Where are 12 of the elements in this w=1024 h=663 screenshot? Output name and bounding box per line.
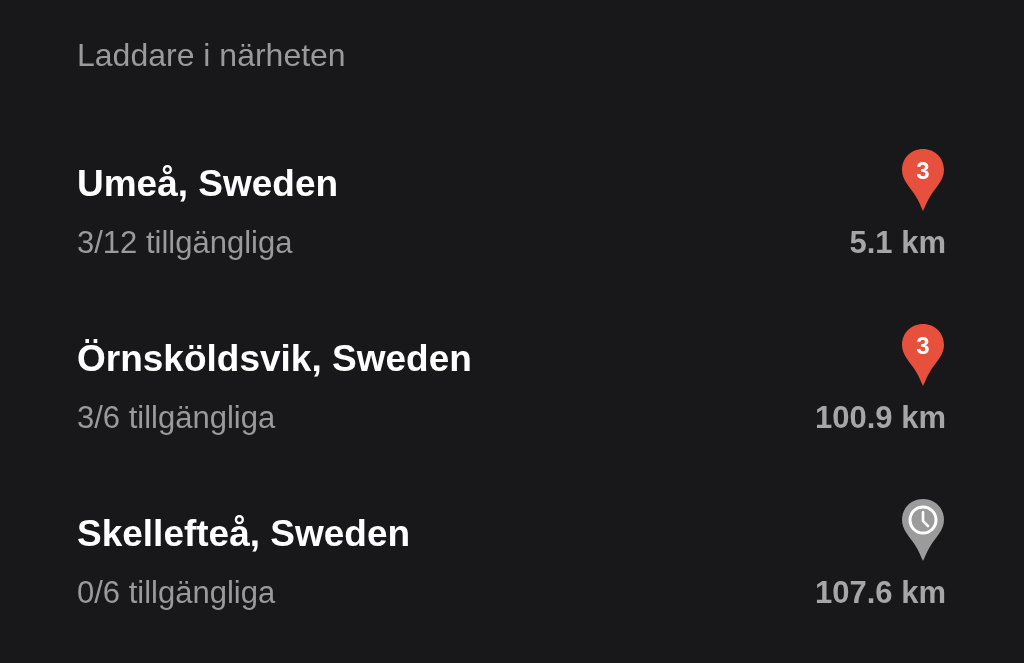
charger-name: Skellefteå, Sweden <box>77 511 411 556</box>
availability-text: 3/12 tillgängliga <box>77 223 293 262</box>
map-pin-icon: 3 <box>900 321 946 388</box>
distance-text: 5.1 km <box>849 223 946 262</box>
availability-text: 0/6 tillgängliga <box>77 573 276 612</box>
charger-name: Örnsköldsvik, Sweden <box>77 336 472 381</box>
distance-text: 100.9 km <box>815 398 946 437</box>
map-pin-icon: 3 <box>900 146 946 213</box>
section-heading: Laddare i närheten <box>77 36 347 75</box>
availability-text: 3/6 tillgängliga <box>77 398 276 437</box>
charger-name: Umeå, Sweden <box>77 161 339 206</box>
distance-text: 107.6 km <box>815 573 946 612</box>
